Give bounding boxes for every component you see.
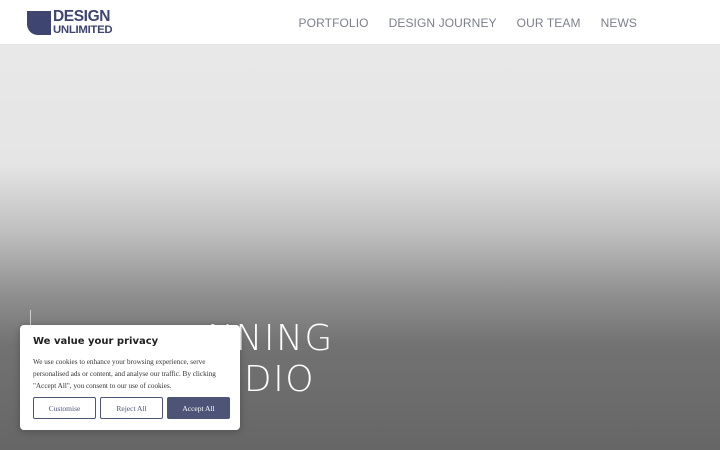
brand-logo[interactable]: DESIGN UNLIMITED (27, 7, 113, 36)
customise-button[interactable]: Customise (33, 397, 96, 419)
nav-item-design-journey[interactable]: DESIGN JOURNEY (389, 16, 497, 30)
nav-item-portfolio[interactable]: PORTFOLIO (299, 16, 369, 30)
cookie-consent-banner: We value your privacy We use cookies to … (20, 325, 240, 430)
cookie-message: We use cookies to enhance your browsing … (33, 358, 216, 390)
logo-mark-icon (27, 10, 51, 35)
site-header: DESIGN UNLIMITED PORTFOLIO DESIGN JOURNE… (0, 0, 720, 45)
brand-name-line1: DESIGN (53, 7, 111, 25)
cookie-actions: Customise Reject All Accept All (33, 397, 230, 419)
brand-wordmark: DESIGN UNLIMITED (53, 7, 113, 36)
main-nav: PORTFOLIO DESIGN JOURNEY OUR TEAM NEWS (299, 0, 637, 45)
brand-name-line2: UNLIMITED (53, 23, 113, 36)
nav-item-our-team[interactable]: OUR TEAM (517, 16, 581, 30)
cookie-title: We value your privacy (33, 336, 159, 347)
nav-item-news[interactable]: NEWS (601, 16, 637, 30)
reject-all-button[interactable]: Reject All (100, 397, 163, 419)
accept-all-button[interactable]: Accept All (167, 397, 230, 419)
